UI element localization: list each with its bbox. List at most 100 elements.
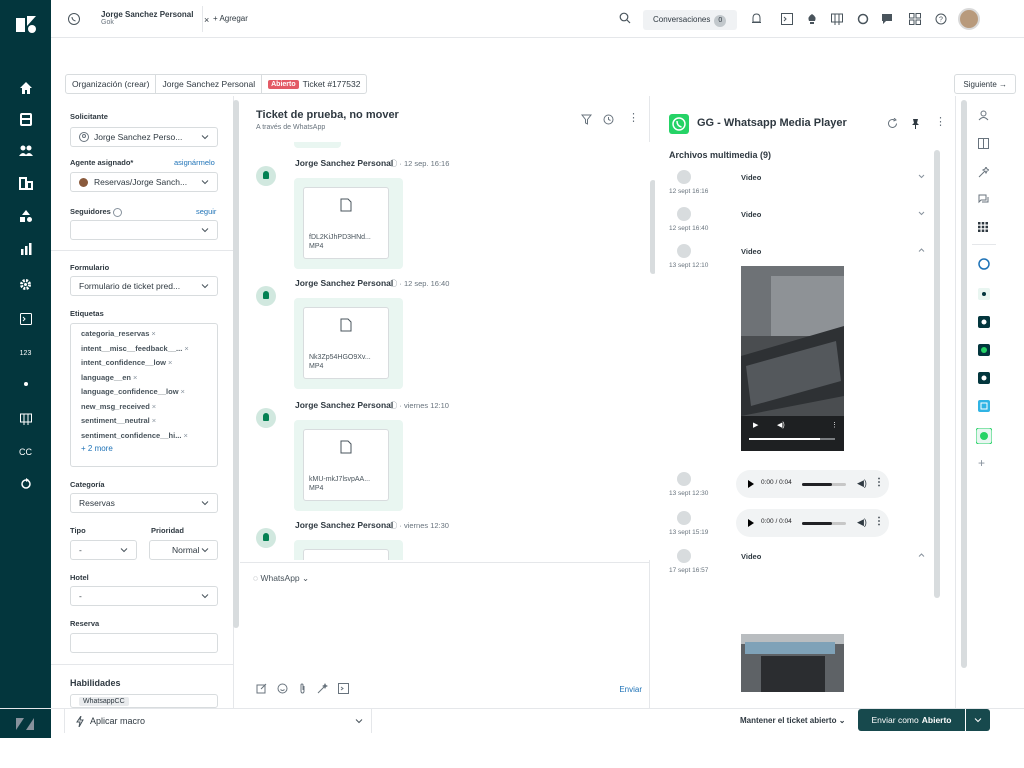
play-icon[interactable]	[748, 480, 754, 488]
user-avatar[interactable]	[958, 8, 980, 30]
organizations-icon[interactable]	[0, 168, 51, 198]
apps-grid-icon[interactable]	[978, 222, 988, 232]
chat-icon[interactable]	[881, 13, 893, 25]
booking-field[interactable]	[70, 633, 218, 653]
admin-icon[interactable]	[0, 269, 51, 299]
chat-icon[interactable]	[978, 194, 989, 205]
sync-icon[interactable]	[857, 13, 869, 25]
guide-icon[interactable]	[0, 201, 51, 231]
chevron-up-icon[interactable]	[918, 552, 925, 559]
reporting-icon[interactable]	[0, 234, 51, 264]
numbers-icon[interactable]: 123	[0, 338, 51, 368]
user-icon[interactable]	[978, 110, 989, 121]
edit-icon[interactable]	[256, 683, 267, 694]
app-dark-icon[interactable]	[978, 316, 990, 328]
more-options-icon[interactable]: ⋮	[831, 421, 838, 429]
apps-icon[interactable]	[831, 13, 843, 25]
apps-scrollbar[interactable]	[961, 100, 967, 668]
app-dark-icon[interactable]	[978, 372, 990, 384]
requester-field[interactable]: Jorge Sanchez Perso...	[70, 127, 218, 147]
remove-tag-icon[interactable]: ×	[181, 387, 185, 396]
pin-icon[interactable]	[910, 118, 921, 129]
product-tray-icon[interactable]	[909, 13, 921, 25]
followers-field[interactable]	[70, 220, 218, 240]
console-icon[interactable]	[0, 304, 51, 334]
type-field[interactable]: -	[70, 540, 137, 560]
file-attachment[interactable]	[303, 549, 389, 560]
tags-field[interactable]: categoria_reservas × intent__misc__feedba…	[70, 323, 218, 467]
next-button[interactable]: Siguiente →	[954, 74, 1016, 94]
audio-progress[interactable]	[802, 522, 846, 525]
apply-macro-dropdown[interactable]: Aplicar macro	[64, 709, 372, 733]
remove-tag-icon[interactable]: ×	[151, 329, 155, 338]
console-icon[interactable]	[781, 13, 793, 25]
captions-icon[interactable]: CC	[0, 437, 51, 467]
properties-scrollbar[interactable]	[233, 100, 239, 628]
assign-me-link[interactable]: asignármelo	[174, 158, 215, 167]
notifications-icon[interactable]	[751, 13, 762, 25]
keep-ticket-open-dropdown[interactable]: Mantener el ticket abierto ⌄	[740, 716, 845, 725]
magic-wand-icon[interactable]	[317, 683, 328, 694]
audio-progress[interactable]	[802, 483, 846, 486]
volume-icon[interactable]: ◀)	[857, 478, 867, 489]
whatsapp-app-icon[interactable]	[976, 428, 992, 444]
video-progress-track[interactable]	[749, 438, 835, 440]
refresh-icon[interactable]	[887, 118, 898, 129]
channel-selector[interactable]: ◌ WhatsApp ⌄	[253, 573, 309, 584]
more-options-icon[interactable]: ⋮	[874, 477, 884, 488]
category-field[interactable]: Reservas	[70, 493, 218, 513]
form-field[interactable]: Formulario de ticket pred...	[70, 276, 218, 296]
more-options-icon[interactable]: ⋮	[874, 516, 884, 527]
chevron-up-icon[interactable]	[918, 247, 925, 254]
app-blue-icon[interactable]	[978, 400, 990, 412]
hotel-field[interactable]: -	[70, 586, 218, 606]
history-icon[interactable]	[603, 114, 614, 125]
breadcrumb-organization[interactable]: Organización (crear)	[66, 75, 157, 93]
priority-field[interactable]: Normal	[149, 540, 218, 560]
audio-player[interactable]: 0:00 / 0:04 ◀) ⋮	[736, 470, 889, 498]
submit-options-button[interactable]	[966, 709, 990, 731]
emoji-icon[interactable]	[277, 683, 288, 694]
remove-tag-icon[interactable]: ×	[183, 431, 187, 440]
help-icon[interactable]: ?	[935, 13, 947, 25]
skills-field[interactable]: WhatsappCC	[70, 694, 218, 708]
follow-link[interactable]: seguir	[196, 207, 216, 216]
lightbulb-icon[interactable]	[807, 13, 817, 25]
zendesk-logo[interactable]	[14, 12, 38, 36]
apps-icon[interactable]	[0, 404, 51, 434]
console-icon[interactable]	[338, 683, 349, 694]
breadcrumb-ticket[interactable]: Abierto Ticket #177532	[262, 75, 366, 93]
volume-icon[interactable]: ◀)	[857, 517, 867, 528]
knowledge-icon[interactable]	[978, 138, 989, 149]
more-tags-link[interactable]: + 2 more	[81, 444, 217, 453]
file-attachment[interactable]: kMU-mkJ7lsvpAA... MP4	[303, 429, 389, 501]
magic-wand-icon[interactable]	[978, 167, 989, 178]
talk-icon[interactable]	[0, 369, 51, 399]
volume-icon[interactable]: ◀)	[777, 421, 785, 429]
send-button[interactable]: Enviar	[619, 685, 642, 694]
chevron-down-icon[interactable]	[918, 173, 925, 180]
play-icon[interactable]	[748, 519, 754, 527]
conversations-button[interactable]: Conversaciones 0	[643, 10, 737, 30]
remove-tag-icon[interactable]: ×	[152, 402, 156, 411]
ticket-title[interactable]: Ticket de prueba, no mover	[256, 109, 399, 121]
file-attachment[interactable]: fDL2KiJhPD3HNd... MP4	[303, 187, 389, 259]
reply-composer[interactable]: ◌ WhatsApp ⌄ Enviar	[240, 562, 650, 708]
remove-tag-icon[interactable]: ×	[184, 344, 188, 353]
submit-button[interactable]: Enviar como Abierto	[858, 709, 965, 731]
file-attachment[interactable]: Nk3Zp54HGO9Xv... MP4	[303, 307, 389, 379]
sync-icon[interactable]	[0, 469, 51, 499]
chevron-down-icon[interactable]	[918, 210, 925, 217]
app-chat-icon[interactable]	[978, 344, 990, 356]
more-options-icon[interactable]: ⋮	[935, 115, 946, 128]
add-tab-button[interactable]: + Agregar	[213, 14, 248, 23]
play-icon[interactable]: ▶	[753, 421, 758, 429]
customers-icon[interactable]	[0, 136, 51, 166]
more-options-icon[interactable]: ⋮	[628, 111, 639, 124]
filter-icon[interactable]	[581, 114, 592, 125]
home-icon[interactable]	[0, 73, 51, 103]
search-icon[interactable]	[619, 12, 631, 24]
breadcrumb-requester[interactable]: Jorge Sanchez Personal	[156, 75, 263, 93]
add-app-icon[interactable]: +	[978, 456, 985, 470]
audio-player[interactable]: 0:00 / 0:04 ◀) ⋮	[736, 509, 889, 537]
